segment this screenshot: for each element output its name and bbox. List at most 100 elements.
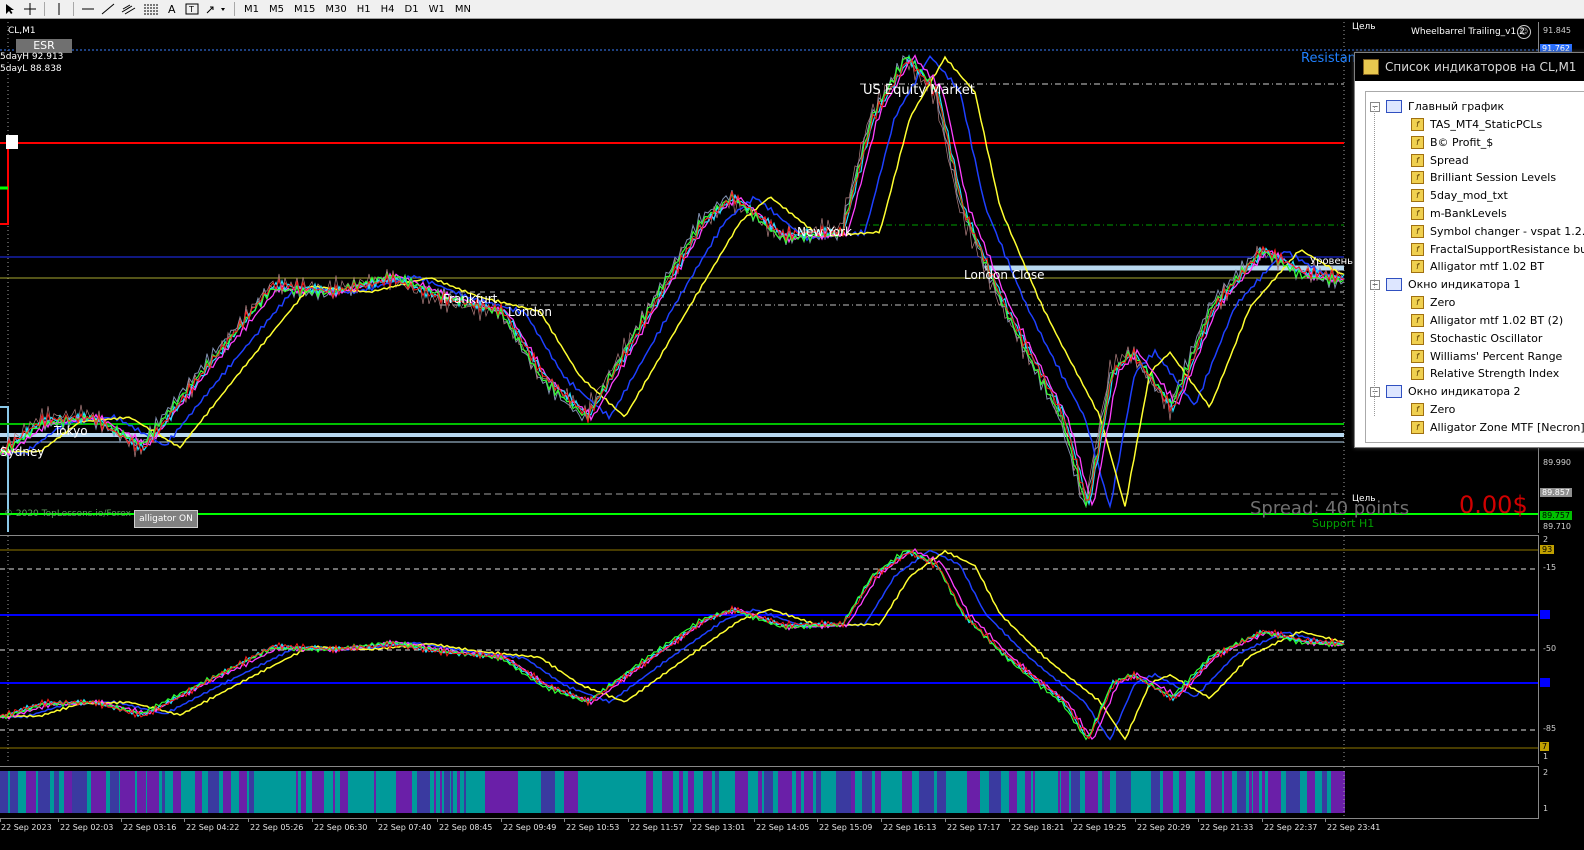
zone-bar [72,771,87,813]
zone-bar [1211,771,1222,813]
price-bars [0,54,1345,509]
horizontal-line-icon[interactable] [78,1,98,17]
price-axis-label: 91.845 [1543,26,1571,35]
price-axis-tag: 89.757 [1540,511,1572,520]
indicator-item[interactable]: f Williams' Percent Range [1411,348,1562,365]
indicator-item[interactable]: f Alligator Zone MTF [Necron] [1411,419,1584,436]
cursor-icon[interactable] [0,1,20,17]
time-tick [564,819,565,822]
tree-guide [1374,106,1376,416]
indicator-item[interactable]: f FractalSupportResistance bu [1411,241,1584,258]
zone-bar [617,771,620,813]
zone-bar [823,771,833,813]
time-label: 22 Sep 09:49 [503,823,557,832]
zone-bar [440,771,442,813]
profit-readout: 0.00$ [1459,491,1528,519]
alligator-teeth-line [0,54,1345,507]
time-label: 22 Sep 21:33 [1200,823,1254,832]
five-day-high-label: 5dayH 92.913 [0,52,64,62]
timeframe-w1[interactable]: W1 [424,4,450,15]
time-label: 22 Sep 13:01 [692,823,746,832]
indicator-item[interactable]: f Brilliant Session Levels [1411,169,1556,186]
zone-bar [1058,771,1060,813]
zone-bar [1262,771,1265,813]
indicator-item[interactable]: f B© Profit_$ [1411,134,1493,151]
indicator-window-2[interactable] [0,766,1538,819]
timeframe-h1[interactable]: H1 [352,4,376,15]
zone-bar [919,771,934,813]
indicator-group[interactable]: − Окно индикатора 1 [1370,276,1521,293]
fibonacci-icon[interactable] [140,1,162,17]
time-tick [58,819,59,822]
time-label: 22 Sep 07:40 [378,823,432,832]
timeframe-m5[interactable]: M5 [264,4,289,15]
symbol-label: CL,M1 [8,26,36,36]
zone-bar [937,771,946,813]
indicator-item-label: Stochastic Oscillator [1430,331,1543,345]
zone-bar [187,771,194,813]
indicator-item[interactable]: f m-BankLevels [1411,205,1507,222]
alligator-zone-canvas [0,767,1345,819]
indicator-list-icon [1363,59,1379,75]
zone-bar [949,771,962,813]
indicator-item[interactable]: f 5day_mod_txt [1411,187,1508,204]
target-top-label: Цель [1352,22,1376,32]
time-tick [1198,819,1199,822]
zone-bar [758,771,762,813]
indicator-item-label: Symbol changer - vspat 1.2.3 [1430,224,1584,238]
time-label: 22 Sep 19:25 [1073,823,1127,832]
indicator-window-titlebar[interactable]: Список индикаторов на CL,M1 [1355,53,1584,81]
main-chart-pane[interactable]: CL,M1 ESR 5dayH 92.913 5dayL 88.838 Whee… [0,22,1538,532]
zone-bar [726,771,732,813]
trendline-icon[interactable] [98,1,118,17]
equidistant-channel-icon[interactable] [118,1,140,17]
indicator-item[interactable]: f Symbol changer - vspat 1.2.3 [1411,223,1584,240]
zone-bar [110,771,119,813]
crosshair-icon[interactable] [20,1,40,17]
indicator-item-label: FractalSupportResistance bu [1430,242,1584,256]
time-label: 22 Sep 04:22 [186,823,240,832]
indicator-item[interactable]: f Alligator mtf 1.02 BT [1411,258,1544,275]
zone-bar [0,771,8,813]
timeframe-m1[interactable]: M1 [239,4,264,15]
zone-bar [374,771,376,813]
indicator-list-window[interactable]: Список индикаторов на CL,M1 − Главный гра… [1354,52,1584,448]
zone-bar [890,771,900,813]
time-label: 22 Sep 08:45 [439,823,493,832]
indicator-item[interactable]: f Alligator mtf 1.02 BT (2) [1411,312,1563,329]
alligator-toggle-button[interactable]: alligator ON [134,510,198,528]
indicator-item[interactable]: f Stochastic Oscillator [1411,330,1542,347]
time-label: 22 Sep 11:57 [630,823,684,832]
indicator-tree[interactable]: − Главный график f TAS_MT4_StaticPCLs f B© Pr… [1365,91,1584,443]
indicator-item[interactable]: f Spread [1411,152,1469,169]
indicator-icon: f [1411,224,1424,238]
zone-bar [10,771,18,813]
text-label-icon[interactable]: T [182,1,202,17]
zone-bar [200,771,202,813]
zone-bar [91,771,106,813]
indicator-item[interactable]: f TAS_MT4_StaticPCLs [1411,116,1542,133]
vertical-line-icon[interactable] [49,1,69,17]
zone-bar [796,771,801,813]
esr-button[interactable]: ESR [16,39,72,53]
time-axis[interactable]: 22 Sep 2023 22 Sep 02:03 22 Sep 03:16 22 Se… [0,818,1538,850]
time-tick [312,819,313,822]
timeframe-h4[interactable]: H4 [376,4,400,15]
indicator-item[interactable]: f Relative Strength Index [1411,365,1559,382]
text-icon[interactable]: A [162,1,182,17]
zone-bar [444,771,450,813]
timeframe-mn[interactable]: MN [450,4,476,15]
indicator-icon: f [1411,403,1424,417]
indicator-item[interactable]: f Zero [1411,401,1455,418]
indicator-window-1[interactable] [0,535,1538,764]
price-handle[interactable] [6,135,18,149]
timeframe-m30[interactable]: M30 [320,4,351,15]
timeframe-m15[interactable]: M15 [289,4,320,15]
indicator-group[interactable]: − Окно индикатора 2 [1370,383,1521,400]
zone-bar [1061,771,1069,813]
zone-bar [1085,771,1096,813]
indicator-group[interactable]: − Главный график [1370,98,1504,115]
indicator-item[interactable]: f Zero [1411,294,1455,311]
timeframe-d1[interactable]: D1 [400,4,424,15]
arrows-menu-icon[interactable] [202,1,230,17]
